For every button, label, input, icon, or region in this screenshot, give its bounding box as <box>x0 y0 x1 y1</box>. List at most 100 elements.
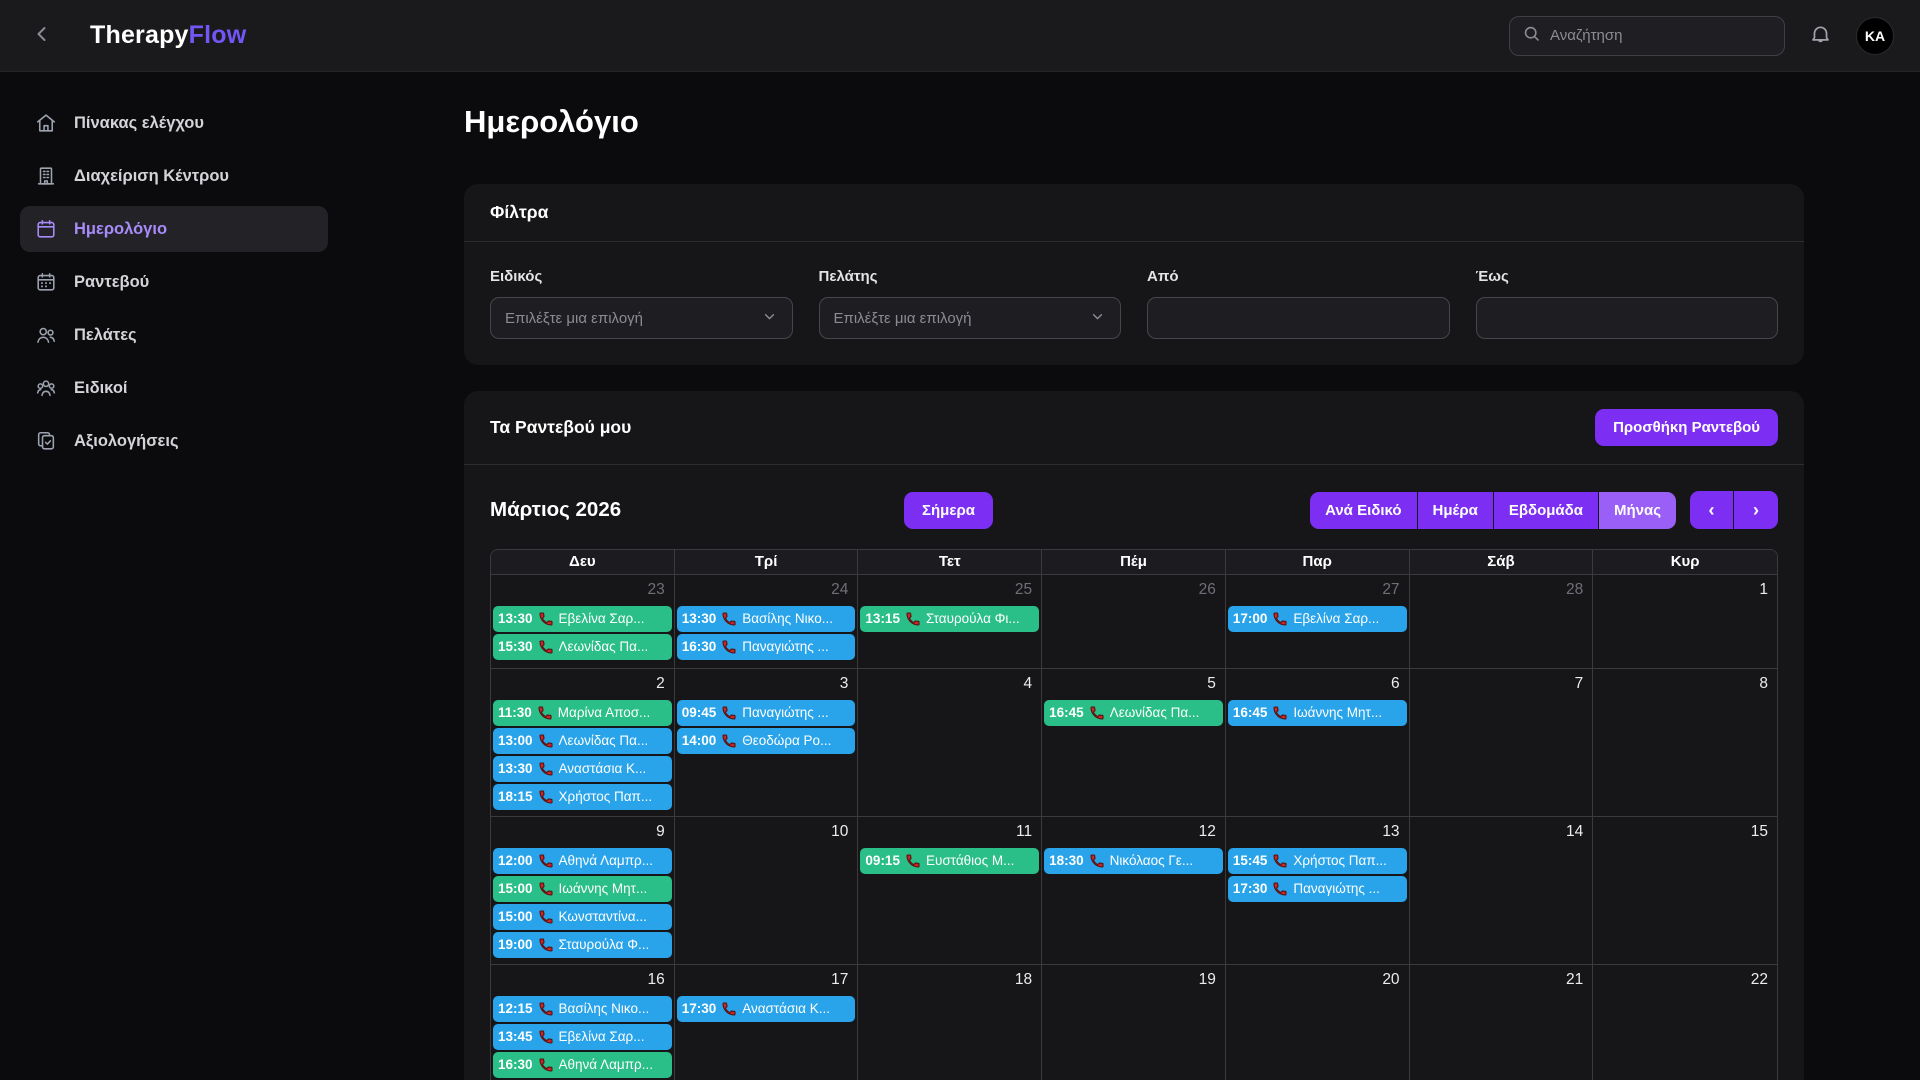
search-input[interactable] <box>1550 27 1772 44</box>
appointment-event[interactable]: 16:30Παναγιώτης ... <box>677 634 856 660</box>
chevron-down-icon <box>761 308 778 329</box>
day-cell-1[interactable]: 1 <box>1593 574 1777 668</box>
sidebar-item-Πίνακας ελέγχου[interactable]: Πίνακας ελέγχου <box>20 100 328 146</box>
appointment-event[interactable]: 13:30Εβελίνα Σαρ... <box>493 606 672 632</box>
day-cell-25[interactable]: 2513:15Σταυρούλα Φι... <box>858 574 1042 668</box>
search-box[interactable] <box>1509 16 1785 56</box>
to-input[interactable] <box>1491 310 1764 327</box>
event-client-name: Εβελίνα Σαρ... <box>559 609 645 629</box>
day-cell-2[interactable]: 211:30Μαρίνα Αποσ...13:00Λεωνίδας Πα...1… <box>491 668 675 816</box>
sidebar: Πίνακας ελέγχου Διαχείριση Κέντρου Ημερολό… <box>0 72 348 1080</box>
back-button[interactable] <box>26 18 58 53</box>
day-number: 23 <box>492 575 673 606</box>
day-number: 7 <box>1411 669 1592 700</box>
appointment-event[interactable]: 15:00Ιωάννης Μητ... <box>493 876 672 902</box>
appointment-event[interactable]: 18:30Νικόλαος Γε... <box>1044 848 1223 874</box>
view-button-Ανά Ειδικό[interactable]: Ανά Ειδικό <box>1310 492 1417 529</box>
appointment-event[interactable]: 09:15Ευστάθιος Μ... <box>860 848 1039 874</box>
calendar-toolbar: Μάρτιος 2026 Σήμερα Ανά ΕιδικόΗμέραΕβδομ… <box>490 465 1778 549</box>
sidebar-item-Πελάτες[interactable]: Πελάτες <box>20 312 328 358</box>
day-cell-3[interactable]: 309:45Παναγιώτης ...14:00Θεοδώρα Ρο... <box>675 668 859 816</box>
add-appointment-button[interactable]: Προσθήκη Ραντεβού <box>1595 409 1778 446</box>
appointment-event[interactable]: 13:30 Αναστάσια Κ... <box>493 756 672 782</box>
appointment-event[interactable]: 13:45Εβελίνα Σαρ... <box>493 1024 672 1050</box>
day-cell-26[interactable]: 26 <box>1042 574 1226 668</box>
day-cell-19[interactable]: 19 <box>1042 964 1226 1080</box>
calendar-week-row: 1612:15Βασίλης Νικο...13:45Εβελίνα Σαρ..… <box>491 964 1777 1080</box>
day-cell-24[interactable]: 2413:30Βασίλης Νικο...16:30Παναγιώτης ..… <box>675 574 859 668</box>
day-cell-16[interactable]: 1612:15Βασίλης Νικο...13:45Εβελίνα Σαρ..… <box>491 964 675 1080</box>
appointment-event[interactable]: 18:15Χρήστος Παπ... <box>493 784 672 810</box>
event-time: 09:45 <box>682 703 717 723</box>
prev-month-button[interactable]: ‹ <box>1690 491 1734 529</box>
day-cell-21[interactable]: 21 <box>1410 964 1594 1080</box>
day-cell-7[interactable]: 7 <box>1410 668 1594 816</box>
select-placeholder: Επιλέξτε μια επιλογή <box>834 310 972 327</box>
day-cell-6[interactable]: 616:45Ιωάννης Μητ... <box>1226 668 1410 816</box>
appointment-event[interactable]: 16:30Αθηνά Λαμπρ... <box>493 1052 672 1078</box>
day-cell-12[interactable]: 1218:30Νικόλαος Γε... <box>1042 816 1226 964</box>
appointment-event[interactable]: 17:30Παναγιώτης ... <box>1228 876 1407 902</box>
client-select[interactable]: Επιλέξτε μια επιλογή <box>819 297 1122 339</box>
day-cell-15[interactable]: 15 <box>1593 816 1777 964</box>
view-button-Μήνας[interactable]: Μήνας <box>1599 492 1676 529</box>
event-client-name: Αναστάσια Κ... <box>559 759 647 779</box>
from-input[interactable] <box>1162 310 1435 327</box>
appointment-event[interactable]: 15:45Χρήστος Παπ... <box>1228 848 1407 874</box>
event-time: 15:45 <box>1233 851 1268 871</box>
event-time: 13:30 <box>498 759 533 779</box>
sidebar-item-Ραντεβού[interactable]: Ραντεβού <box>20 259 328 305</box>
event-time: 18:15 <box>498 787 533 807</box>
view-button-Εβδομάδα[interactable]: Εβδομάδα <box>1494 492 1599 529</box>
day-cell-18[interactable]: 18 <box>858 964 1042 1080</box>
event-client-name: Μαρίνα Αποσ... <box>558 703 651 723</box>
appointment-event[interactable]: 13:30Βασίλης Νικο... <box>677 606 856 632</box>
event-client-name: Κωνσταντίνα... <box>559 907 647 927</box>
sidebar-item-label: Πελάτες <box>74 326 137 345</box>
day-cell-17[interactable]: 1717:30Αναστάσια Κ... <box>675 964 859 1080</box>
day-cell-28[interactable]: 28 <box>1410 574 1594 668</box>
home-icon <box>35 112 57 134</box>
sidebar-item-Διαχείριση Κέντρου[interactable]: Διαχείριση Κέντρου <box>20 153 328 199</box>
day-cell-4[interactable]: 4 <box>858 668 1042 816</box>
appointment-event[interactable]: 13:00Λεωνίδας Πα... <box>493 728 672 754</box>
appointment-event[interactable]: 12:15Βασίλης Νικο... <box>493 996 672 1022</box>
phone-icon <box>721 705 737 721</box>
specialist-select[interactable]: Επιλέξτε μια επιλογή <box>490 297 793 339</box>
appointment-event[interactable]: 17:30Αναστάσια Κ... <box>677 996 856 1022</box>
day-cell-9[interactable]: 912:00Αθηνά Λαμπρ...15:00Ιωάννης Μητ...1… <box>491 816 675 964</box>
appointment-event[interactable]: 16:45Λεωνίδας Πα... <box>1044 700 1223 726</box>
day-cell-22[interactable]: 22 <box>1593 964 1777 1080</box>
day-cell-10[interactable]: 10 <box>675 816 859 964</box>
topbar: TherapyFlow KA <box>0 0 1920 72</box>
day-cell-14[interactable]: 14 <box>1410 816 1594 964</box>
day-cell-5[interactable]: 516:45Λεωνίδας Πα... <box>1042 668 1226 816</box>
sidebar-item-Ειδικοί[interactable]: Ειδικοί <box>20 365 328 411</box>
day-number: 25 <box>859 575 1040 606</box>
view-button-Ημέρα[interactable]: Ημέρα <box>1418 492 1494 529</box>
day-number: 4 <box>859 669 1040 700</box>
day-cell-27[interactable]: 2717:00Εβελίνα Σαρ... <box>1226 574 1410 668</box>
appointment-event[interactable]: 15:30Λεωνίδας Πα... <box>493 634 672 660</box>
appointment-event[interactable]: 13:15Σταυρούλα Φι... <box>860 606 1039 632</box>
next-month-button[interactable]: › <box>1734 491 1778 529</box>
appointment-event[interactable]: 15:00Κωνσταντίνα... <box>493 904 672 930</box>
sidebar-item-Ημερολόγιο[interactable]: Ημερολόγιο <box>20 206 328 252</box>
notifications-button[interactable] <box>1805 19 1836 53</box>
appointment-event[interactable]: 17:00Εβελίνα Σαρ... <box>1228 606 1407 632</box>
appointment-event[interactable]: 16:45Ιωάννης Μητ... <box>1228 700 1407 726</box>
day-cell-20[interactable]: 20 <box>1226 964 1410 1080</box>
day-cell-23[interactable]: 2313:30Εβελίνα Σαρ...15:30Λεωνίδας Πα... <box>491 574 675 668</box>
avatar[interactable]: KA <box>1856 17 1894 55</box>
appointment-event[interactable]: 11:30Μαρίνα Αποσ... <box>493 700 672 726</box>
appointment-event[interactable]: 09:45Παναγιώτης ... <box>677 700 856 726</box>
day-cell-13[interactable]: 1315:45Χρήστος Παπ...17:30Παναγιώτης ... <box>1226 816 1410 964</box>
appointment-event[interactable]: 12:00Αθηνά Λαμπρ... <box>493 848 672 874</box>
today-button[interactable]: Σήμερα <box>904 492 993 529</box>
day-number: 17 <box>676 965 857 996</box>
day-cell-11[interactable]: 1109:15Ευστάθιος Μ... <box>858 816 1042 964</box>
appointment-event[interactable]: 14:00Θεοδώρα Ρο... <box>677 728 856 754</box>
appointment-event[interactable]: 19:00Σταυρούλα Φ... <box>493 932 672 958</box>
day-cell-8[interactable]: 8 <box>1593 668 1777 816</box>
sidebar-item-Αξιολογήσεις[interactable]: Αξιολογήσεις <box>20 418 328 464</box>
